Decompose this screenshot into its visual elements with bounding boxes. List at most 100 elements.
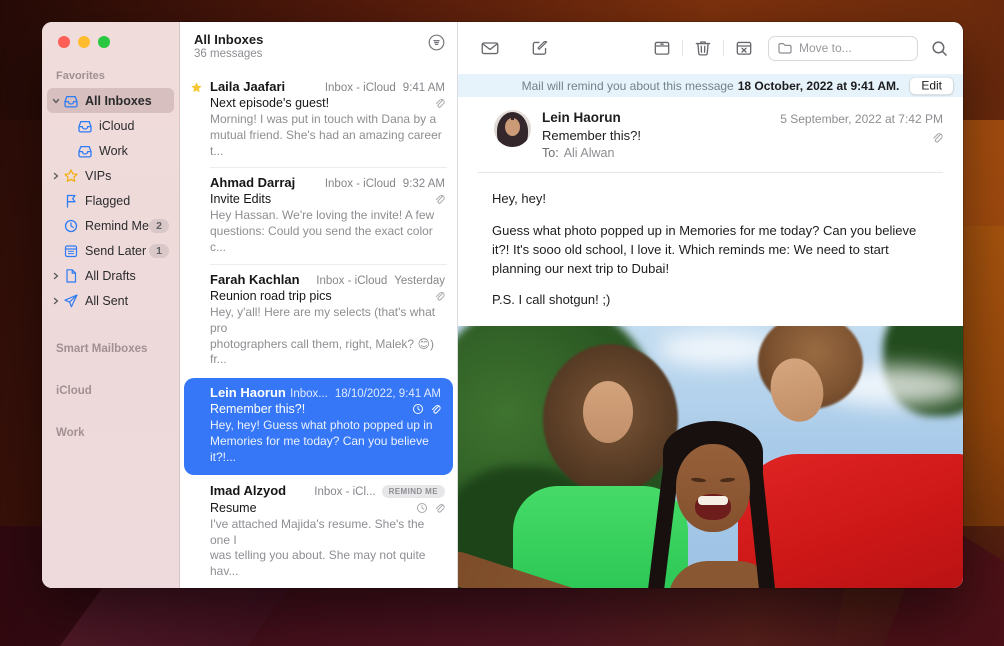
- mailbox-label: Inbox - iCloud: [325, 82, 396, 94]
- archive-icon[interactable]: [652, 38, 672, 58]
- to-label: To:: [542, 146, 559, 160]
- message-time: 9:32 AM: [403, 178, 445, 190]
- paperclip-icon: [433, 193, 445, 205]
- favorites-section-label: Favorites: [42, 70, 179, 82]
- edit-reminder-button[interactable]: Edit: [910, 77, 953, 94]
- message-subject: Invite Edits: [210, 192, 271, 206]
- clock-icon: [62, 218, 79, 234]
- minimize-button[interactable]: [78, 36, 90, 48]
- message-subject: Remember this?!: [210, 402, 305, 416]
- to-recipient[interactable]: Ali Alwan: [564, 146, 615, 160]
- preview-line: mutual friend. She's had an amazing care…: [210, 128, 442, 158]
- attachment-photo[interactable]: [458, 326, 963, 588]
- sidebar-item-all-inboxes[interactable]: All Inboxes: [47, 88, 174, 113]
- chevron-right-icon[interactable]: [50, 296, 62, 306]
- traffic-lights: [42, 36, 179, 48]
- sender-name: Ahmad Darraj: [210, 175, 295, 190]
- mailbox-label: Inbox - iCloud: [325, 178, 396, 190]
- message-row-laila[interactable]: Laila Jaafari Inbox - iCloud 9:41 AM Next…: [180, 72, 457, 168]
- preview-line: Memories for me today? Can you believe i…: [210, 434, 429, 464]
- body-paragraph: Guess what photo popped up in Memories f…: [492, 222, 929, 279]
- sidebar-item-remind-me[interactable]: Remind Me 2: [42, 213, 179, 238]
- sender-avatar[interactable]: [494, 110, 531, 147]
- trash-icon[interactable]: [693, 38, 713, 58]
- preview-line: I've attached Majida's resume. She's the…: [210, 517, 424, 547]
- message-body: Hey, hey! Guess what photo popped up in …: [458, 173, 963, 326]
- message-list-header: All Inboxes 36 messages: [180, 22, 457, 66]
- paperplane-icon: [62, 293, 79, 309]
- compose-icon[interactable]: [530, 38, 550, 58]
- flag-icon: [62, 193, 79, 209]
- sidebar-item-icloud-inbox[interactable]: iCloud: [42, 113, 179, 138]
- mailbox-label: Inbox...: [290, 388, 328, 400]
- mail-window: Favorites All Inboxes: [42, 22, 963, 588]
- sidebar-item-label: Remind Me: [85, 219, 149, 233]
- sender-name: Imad Alzyod: [210, 483, 286, 498]
- message-time: Yesterday: [394, 275, 445, 287]
- message-time: 18/10/2022, 9:41 AM: [335, 388, 441, 400]
- sidebar-item-label: Work: [99, 144, 128, 158]
- sidebar-item-label: Send Later: [85, 244, 146, 258]
- message-row-imad[interactable]: Imad Alzyod Inbox - iCl...REMIND ME Resu…: [180, 476, 457, 588]
- preview-line: questions: Could you send the exact colo…: [210, 224, 433, 254]
- inbox-tray-icon: [76, 143, 93, 159]
- message-subject: Reunion road trip pics: [210, 289, 332, 303]
- sidebar-item-flagged[interactable]: Flagged: [42, 188, 179, 213]
- preview-line: Hey Hassan. We're loving the invite! A f…: [210, 208, 434, 222]
- preview-line: photographers call them, right, Malek? 😊…: [210, 337, 434, 367]
- message-row-ahmad[interactable]: Ahmad Darraj Inbox - iCloud 9:32 AM Invit…: [180, 168, 457, 264]
- work-section-label[interactable]: Work: [42, 427, 179, 439]
- message-rows: Laila Jaafari Inbox - iCloud 9:41 AM Next…: [180, 66, 457, 588]
- zoom-button[interactable]: [98, 36, 110, 48]
- sidebar: Favorites All Inboxes: [42, 22, 180, 588]
- icloud-section-label[interactable]: iCloud: [42, 385, 179, 397]
- sidebar-item-all-drafts[interactable]: All Drafts: [42, 263, 179, 288]
- sidebar-item-label: All Sent: [85, 294, 128, 308]
- message-time: 9:41 AM: [403, 82, 445, 94]
- chevron-right-icon[interactable]: [50, 271, 62, 281]
- sidebar-item-label: iCloud: [99, 119, 134, 133]
- get-mail-icon[interactable]: [480, 38, 500, 58]
- message-subject-line: Remember this?!: [542, 128, 641, 143]
- chevron-right-icon[interactable]: [50, 171, 62, 181]
- calendar-icon: [62, 243, 79, 259]
- inbox-tray-icon: [62, 93, 79, 109]
- search-icon[interactable]: [930, 39, 949, 58]
- message-row-farah[interactable]: Farah Kachlan Inbox - iCloudYesterday Re…: [180, 265, 457, 377]
- paperclip-icon: [433, 290, 445, 302]
- smart-mailboxes-section-label[interactable]: Smart Mailboxes: [42, 343, 179, 355]
- reminder-date: 18 October, 2022 at 9:41 AM.: [738, 79, 900, 93]
- preview-line: was telling you about. She may not quite…: [210, 548, 425, 578]
- move-to-field[interactable]: [768, 36, 918, 61]
- message-date: 5 September, 2022 at 7:42 PM: [780, 112, 943, 126]
- move-to-input[interactable]: [799, 41, 899, 55]
- paperclip-icon: [433, 502, 445, 514]
- attachment-paperclip-icon[interactable]: [780, 131, 943, 144]
- preview-line: Hey, hey! Guess what photo popped up in: [210, 418, 433, 432]
- sender-name: Laila Jaafari: [210, 79, 285, 94]
- sidebar-item-vips[interactable]: VIPs: [42, 163, 179, 188]
- chevron-down-icon[interactable]: [50, 96, 62, 106]
- junk-icon[interactable]: [734, 38, 754, 58]
- sender-name: Farah Kachlan: [210, 272, 300, 287]
- reminder-banner: Mail will remind you about this message …: [458, 74, 963, 97]
- preview-line: Morning! I was put in touch with Dana by…: [210, 112, 436, 126]
- message-row-lein-selected[interactable]: Lein Haorun Inbox...18/10/2022, 9:41 AM …: [184, 378, 453, 474]
- body-paragraph: Hey, hey!: [492, 190, 929, 209]
- close-button[interactable]: [58, 36, 70, 48]
- sidebar-item-work-inbox[interactable]: Work: [42, 138, 179, 163]
- paperclip-icon: [429, 403, 441, 415]
- sidebar-item-label: VIPs: [85, 169, 111, 183]
- body-paragraph: P.S. I call shotgun! ;): [492, 291, 929, 310]
- unread-count-badge: 2: [149, 219, 169, 233]
- preview-line: Hey, y'all! Here are my selects (that's …: [210, 305, 435, 335]
- message-subject: Next episode's guest!: [210, 96, 329, 110]
- sidebar-item-all-sent[interactable]: All Sent: [42, 288, 179, 313]
- filter-icon[interactable]: [428, 34, 445, 51]
- message-subject: Resume: [210, 501, 257, 515]
- toolbar: [458, 22, 963, 74]
- inbox-tray-icon: [76, 118, 93, 134]
- reminder-clock-icon: [412, 403, 424, 415]
- sidebar-item-send-later[interactable]: Send Later 1: [42, 238, 179, 263]
- unread-count-badge: 1: [149, 244, 169, 258]
